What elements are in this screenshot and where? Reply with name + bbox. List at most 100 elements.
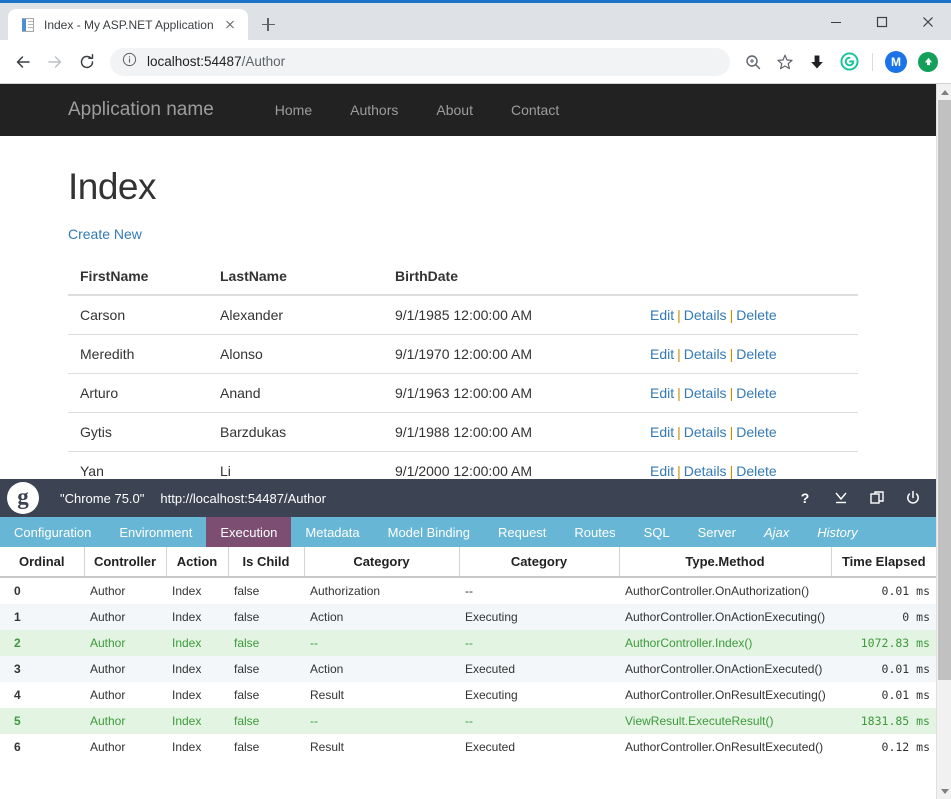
grammarly-extension-icon[interactable]	[834, 47, 864, 77]
details-link[interactable]: Details	[684, 307, 727, 323]
page-scrollbar[interactable]	[936, 84, 951, 799]
info-circle-icon[interactable]	[122, 52, 137, 72]
cell-ordinal: 3	[0, 656, 84, 682]
nav-link-authors[interactable]: Authors	[331, 102, 417, 118]
execution-row: 1 Author Index false Action Executing Au…	[0, 604, 936, 630]
cell-birthdate: 9/1/1988 12:00:00 AM	[383, 412, 638, 452]
delete-link[interactable]: Delete	[736, 424, 776, 440]
details-link[interactable]: Details	[684, 424, 727, 440]
download-icon[interactable]	[802, 47, 832, 77]
cell-ordinal: 1	[0, 604, 84, 630]
profile-avatar[interactable]: M	[881, 47, 911, 77]
column-header-category-1: Category	[304, 547, 460, 578]
tab-title: Index - My ASP.NET Application	[44, 17, 214, 32]
page-title: Index	[68, 166, 157, 207]
delete-link[interactable]: Delete	[736, 346, 776, 362]
back-arrow-icon[interactable]	[8, 47, 38, 77]
action-separator: |	[677, 424, 681, 440]
glimpse-tab-metadata[interactable]: Metadata	[291, 517, 373, 547]
glimpse-header-icons: ?	[796, 489, 922, 507]
table-row: Gytis Barzdukas 9/1/1988 12:00:00 AM Edi…	[68, 412, 858, 452]
bookmark-star-icon[interactable]	[770, 47, 800, 77]
maximize-icon[interactable]	[859, 3, 905, 40]
create-new-link[interactable]: Create New	[68, 226, 142, 242]
browser-tab[interactable]: Index - My ASP.NET Application	[8, 9, 248, 40]
edit-link[interactable]: Edit	[650, 424, 674, 440]
action-separator: |	[729, 385, 734, 401]
glimpse-url-label: http://localhost:54487/Author	[160, 490, 326, 506]
update-chrome-icon[interactable]	[913, 47, 943, 77]
delete-link[interactable]: Delete	[736, 463, 776, 479]
action-separator: |	[729, 346, 734, 362]
cell-type-method: AuthorController.OnActionExecuted()	[619, 656, 831, 682]
glimpse-tab-history[interactable]: History	[803, 517, 871, 547]
cell-controller: Author	[90, 584, 126, 598]
glimpse-header: g "Chrome 75.0" http://localhost:54487/A…	[0, 479, 936, 517]
reload-icon[interactable]	[72, 47, 102, 77]
column-header-firstname: FirstName	[68, 258, 208, 296]
cell-category-2: --	[465, 584, 473, 598]
table-row: Meredith Alonso 9/1/1970 12:00:00 AM Edi…	[68, 334, 858, 374]
favicon-aspnet-document-icon	[20, 17, 36, 33]
delete-link[interactable]: Delete	[736, 307, 776, 323]
minimize-icon[interactable]	[813, 3, 859, 40]
details-link[interactable]: Details	[684, 346, 727, 362]
toolbar-divider	[872, 52, 873, 71]
scrollbar-thumb[interactable]	[938, 100, 951, 680]
edit-link[interactable]: Edit	[650, 346, 674, 362]
nav-link-contact[interactable]: Contact	[492, 102, 578, 118]
cell-category-1: Result	[310, 688, 345, 702]
cell-category-1: Action	[304, 656, 459, 682]
url-host: localhost:54487	[147, 54, 242, 69]
glimpse-tab-routes[interactable]: Routes	[560, 517, 629, 547]
table-row: Arturo Anand 9/1/1963 12:00:00 AM Edit | D…	[68, 373, 858, 413]
column-header-birthdate: BirthDate	[383, 258, 638, 296]
popout-window-icon[interactable]	[868, 489, 886, 507]
scrollbar-down-arrow[interactable]	[937, 783, 951, 799]
tab-close-icon[interactable]	[222, 17, 238, 33]
glimpse-tab-request[interactable]: Request	[484, 517, 560, 547]
glimpse-logo[interactable]: g	[0, 479, 46, 517]
execution-row: 5 Author Index false -- -- ViewResult.Ex…	[0, 708, 936, 734]
column-header-controller: Controller	[84, 547, 167, 578]
glimpse-tab-sql[interactable]: SQL	[630, 517, 684, 547]
cell-birthdate: 9/1/1985 12:00:00 AM	[383, 294, 638, 335]
details-link[interactable]: Details	[684, 385, 727, 401]
browser-toolbar: localhost:54487/Author M	[0, 40, 951, 84]
tab-strip: Index - My ASP.NET Application	[0, 3, 282, 40]
details-link[interactable]: Details	[684, 463, 727, 479]
delete-link[interactable]: Delete	[736, 385, 776, 401]
execution-row: 4 Author Index false Result Executing Au…	[0, 682, 936, 708]
power-off-icon[interactable]	[904, 489, 922, 507]
glimpse-tab-model-binding[interactable]: Model Binding	[374, 517, 484, 547]
glimpse-logo-glyph: g	[7, 482, 39, 514]
glimpse-tab-execution[interactable]: Execution	[206, 517, 292, 547]
execution-row: 0 Author Index false Authorization -- Au…	[0, 577, 936, 604]
cell-controller: Author	[84, 708, 166, 734]
nav-link-about[interactable]: About	[417, 102, 492, 118]
close-icon[interactable]	[905, 3, 951, 40]
scrollbar-up-arrow[interactable]	[937, 84, 951, 100]
glimpse-tab-ajax[interactable]: Ajax	[750, 517, 803, 547]
cell-time-elapsed: 1072.83 ms	[831, 630, 936, 656]
action-separator: |	[729, 307, 734, 323]
help-icon[interactable]: ?	[796, 489, 814, 507]
glimpse-tab-configuration[interactable]: Configuration	[0, 517, 105, 547]
glimpse-tabs: Configuration Environment Execution Meta…	[0, 517, 936, 547]
cell-action: Index	[166, 708, 228, 734]
address-bar[interactable]: localhost:54487/Author	[110, 47, 730, 76]
cell-lastname: Anand	[208, 373, 383, 413]
nav-link-home[interactable]: Home	[256, 102, 331, 118]
column-header-category-2: Category	[459, 547, 620, 578]
new-tab-button[interactable]	[254, 10, 282, 38]
edit-link[interactable]: Edit	[650, 385, 674, 401]
minimize-panel-icon[interactable]	[832, 489, 850, 507]
cell-actions: Edit | Details | Delete	[638, 373, 858, 413]
edit-link[interactable]: Edit	[650, 463, 674, 479]
glimpse-tab-environment[interactable]: Environment	[105, 517, 206, 547]
column-header-lastname: LastName	[208, 258, 383, 296]
edit-link[interactable]: Edit	[650, 307, 674, 323]
site-brand[interactable]: Application name	[68, 99, 214, 121]
glimpse-tab-server[interactable]: Server	[684, 517, 750, 547]
zoom-icon[interactable]	[738, 47, 768, 77]
